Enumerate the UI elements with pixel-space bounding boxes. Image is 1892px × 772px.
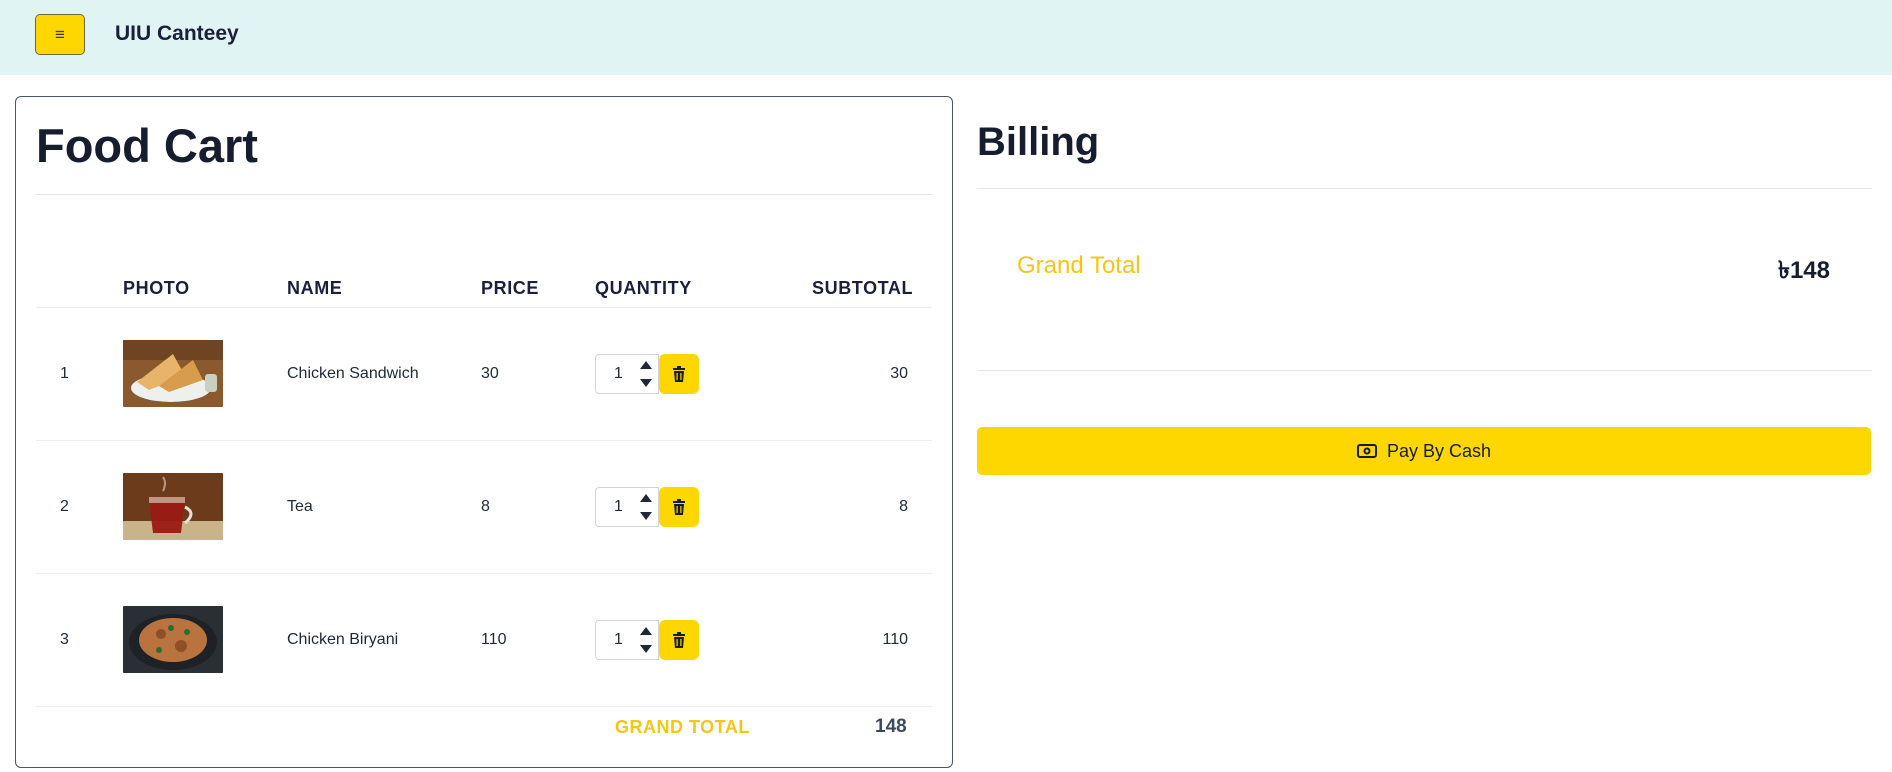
pay-by-cash-button[interactable]: Pay By Cash: [977, 427, 1871, 475]
col-header-price: PRICE: [481, 278, 540, 298]
cart-title: Food Cart: [36, 119, 258, 172]
table-header-divider: [36, 307, 932, 308]
pay-button-label: Pay By Cash: [1386, 440, 1492, 461]
trash-icon: [673, 632, 685, 648]
brand-title[interactable]: UIU Canteey: [115, 22, 239, 46]
quantity-value: 1: [614, 498, 623, 515]
billing-grand-total-label: Grand Total: [1017, 252, 1141, 279]
decrement-arrow-icon[interactable]: [640, 645, 652, 653]
item-price: 110: [481, 631, 507, 648]
decrement-arrow-icon[interactable]: [640, 379, 652, 387]
trash-icon: [673, 499, 685, 515]
tea-photo: [123, 473, 223, 540]
item-name: Tea: [287, 498, 313, 515]
delete-item-button[interactable]: [659, 487, 699, 527]
cart-divider: [36, 194, 932, 195]
item-price: 8: [481, 498, 490, 515]
grand-total-value: 148: [875, 716, 907, 737]
quantity-stepper[interactable]: 1: [595, 354, 659, 394]
cash-icon: [1356, 444, 1377, 458]
col-header-subtotal: SUBTOTAL: [812, 278, 914, 298]
sandwich-photo: [123, 340, 223, 407]
decrement-arrow-icon[interactable]: [640, 512, 652, 520]
grand-total-label: GRAND TOTAL: [615, 717, 750, 737]
delete-item-button[interactable]: [659, 354, 699, 394]
item-name: Chicken Sandwich: [287, 365, 419, 382]
col-header-photo: PHOTO: [123, 278, 190, 298]
billing-grand-total-value: ৳148: [1778, 257, 1830, 284]
quantity-stepper[interactable]: 1: [595, 620, 659, 660]
row-divider: [36, 706, 932, 707]
row-index: 3: [60, 631, 69, 648]
menu-button[interactable]: ≡: [35, 14, 85, 55]
billing-divider: [977, 188, 1872, 189]
item-subtotal: 8: [899, 498, 908, 515]
col-header-name: NAME: [287, 278, 343, 298]
increment-arrow-icon[interactable]: [640, 627, 652, 635]
increment-arrow-icon[interactable]: [640, 494, 652, 502]
delete-item-button[interactable]: [659, 620, 699, 660]
billing-title: Billing: [977, 120, 1100, 164]
item-name: Chicken Biryani: [287, 631, 399, 648]
hamburger-icon: ≡: [55, 24, 65, 44]
trash-icon: [673, 366, 685, 382]
row-index: 2: [60, 498, 69, 515]
col-header-quantity: QUANTITY: [595, 278, 692, 298]
increment-arrow-icon[interactable]: [640, 361, 652, 369]
item-price: 30: [481, 365, 499, 382]
biryani-photo: [123, 606, 223, 673]
quantity-value: 1: [614, 365, 623, 382]
item-subtotal: 30: [890, 365, 908, 382]
row-divider: [36, 573, 932, 574]
billing-divider: [977, 370, 1872, 371]
navbar: ≡ UIU Canteey: [0, 0, 1892, 75]
quantity-stepper[interactable]: 1: [595, 487, 659, 527]
quantity-value: 1: [614, 631, 623, 648]
row-index: 1: [60, 365, 69, 382]
row-divider: [36, 440, 932, 441]
item-subtotal: 110: [882, 631, 908, 648]
